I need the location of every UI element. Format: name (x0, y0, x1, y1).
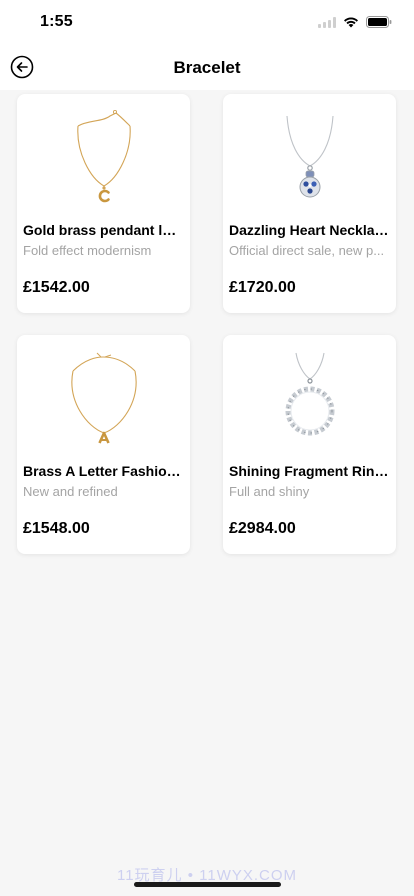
gold-c-pendant-necklace-image (76, 109, 131, 203)
silver-crystal-ring-pendant-image (285, 352, 334, 436)
product-price: £2984.00 (229, 520, 296, 537)
product-name: Brass A Letter Fashion... (23, 463, 184, 479)
signal-icon (318, 16, 336, 28)
product-subtitle: Full and shiny (229, 484, 310, 499)
product-card[interactable]: Dazzling Heart Necklac... Official direc… (223, 94, 396, 313)
wifi-icon (344, 17, 358, 28)
product-subtitle: Fold effect modernism (23, 243, 152, 258)
product-name: Dazzling Heart Necklac... (229, 222, 390, 238)
battery-icon (366, 16, 392, 28)
product-name: Shining Fragment Ring... (229, 463, 390, 479)
nav-bar: Bracelet (0, 44, 414, 90)
product-subtitle: Official direct sale, new p... (229, 243, 385, 258)
blue-crystal-pendant-necklace-image (285, 115, 334, 198)
status-icons (318, 14, 392, 30)
product-image (223, 94, 396, 214)
status-time: 1:55 (40, 13, 73, 30)
product-image (17, 335, 190, 455)
product-price: £1720.00 (229, 279, 296, 296)
page-title: Bracelet (173, 58, 241, 77)
status-bar: 1:55 (0, 0, 414, 44)
product-image (223, 335, 396, 455)
product-name: Gold brass pendant lad... (23, 222, 184, 238)
product-price: £1542.00 (23, 279, 90, 296)
product-subtitle: New and refined (23, 484, 118, 499)
product-card[interactable]: Brass A Letter Fashion... New and refine… (17, 335, 190, 554)
product-card[interactable]: Shining Fragment Ring... Full and shiny … (223, 335, 396, 554)
product-price: £1548.00 (23, 520, 90, 537)
gold-a-pendant-necklace-image (70, 352, 137, 444)
product-card[interactable]: Gold brass pendant lad... Fold effect mo… (17, 94, 190, 313)
home-indicator (134, 882, 281, 887)
product-image (17, 94, 190, 214)
